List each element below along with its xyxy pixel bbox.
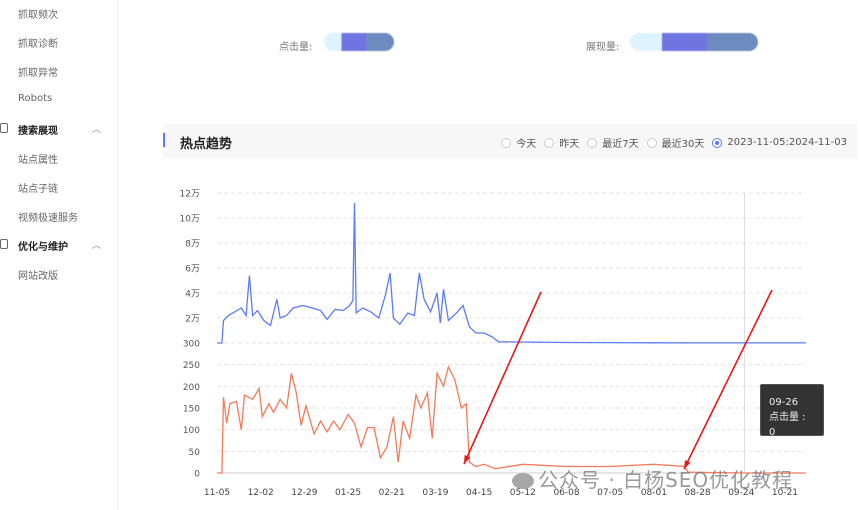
y-tick-label: 100: [183, 426, 200, 436]
y-tick-label: 2万: [185, 315, 200, 325]
annotation-arrow: [463, 291, 542, 465]
y-tick-label: 6万: [185, 265, 200, 275]
y-tick-label: 200: [183, 383, 200, 393]
x-tick-label: 03-19: [422, 488, 448, 498]
y-tick-label: 4万: [185, 290, 200, 300]
y-tick-label: 10万: [180, 215, 200, 225]
wechat-icon: [512, 473, 534, 489]
y-tick-label: 12万: [180, 190, 200, 200]
tooltip-date: 09-26: [769, 397, 799, 408]
clicks-line: [217, 364, 806, 474]
x-tick-label: 02-21: [379, 488, 405, 498]
chart-tooltip: 09-26 点击量 : 0: [760, 384, 824, 438]
impressions-line: [217, 202, 806, 344]
y-tick-label: 150: [183, 405, 200, 415]
trend-chart: 300 2万 4万 6万 8万 10万 12万 0 50 100 150 200 250 11-05 12-…: [180, 190, 806, 498]
watermark: 公众号 · 白杨SEO优化教程: [512, 464, 793, 493]
watermark-text: 公众号 · 白杨SEO优化教程: [538, 468, 794, 492]
x-tick-label: 12-29: [291, 488, 317, 498]
y-tick-label: 0: [194, 470, 200, 480]
x-tick-label: 11-05: [204, 488, 230, 498]
y-tick-label: 300: [183, 340, 200, 350]
y-tick-label: 250: [183, 361, 200, 371]
x-tick-label: 04-15: [466, 488, 492, 498]
y-tick-label: 8万: [185, 240, 200, 250]
x-tick-label: 12-02: [248, 488, 274, 498]
x-tick-label: 01-25: [335, 488, 361, 498]
y-tick-label: 50: [189, 448, 201, 458]
tooltip-value: 点击量 : 0: [769, 412, 806, 438]
annotation-arrow: [683, 289, 773, 470]
